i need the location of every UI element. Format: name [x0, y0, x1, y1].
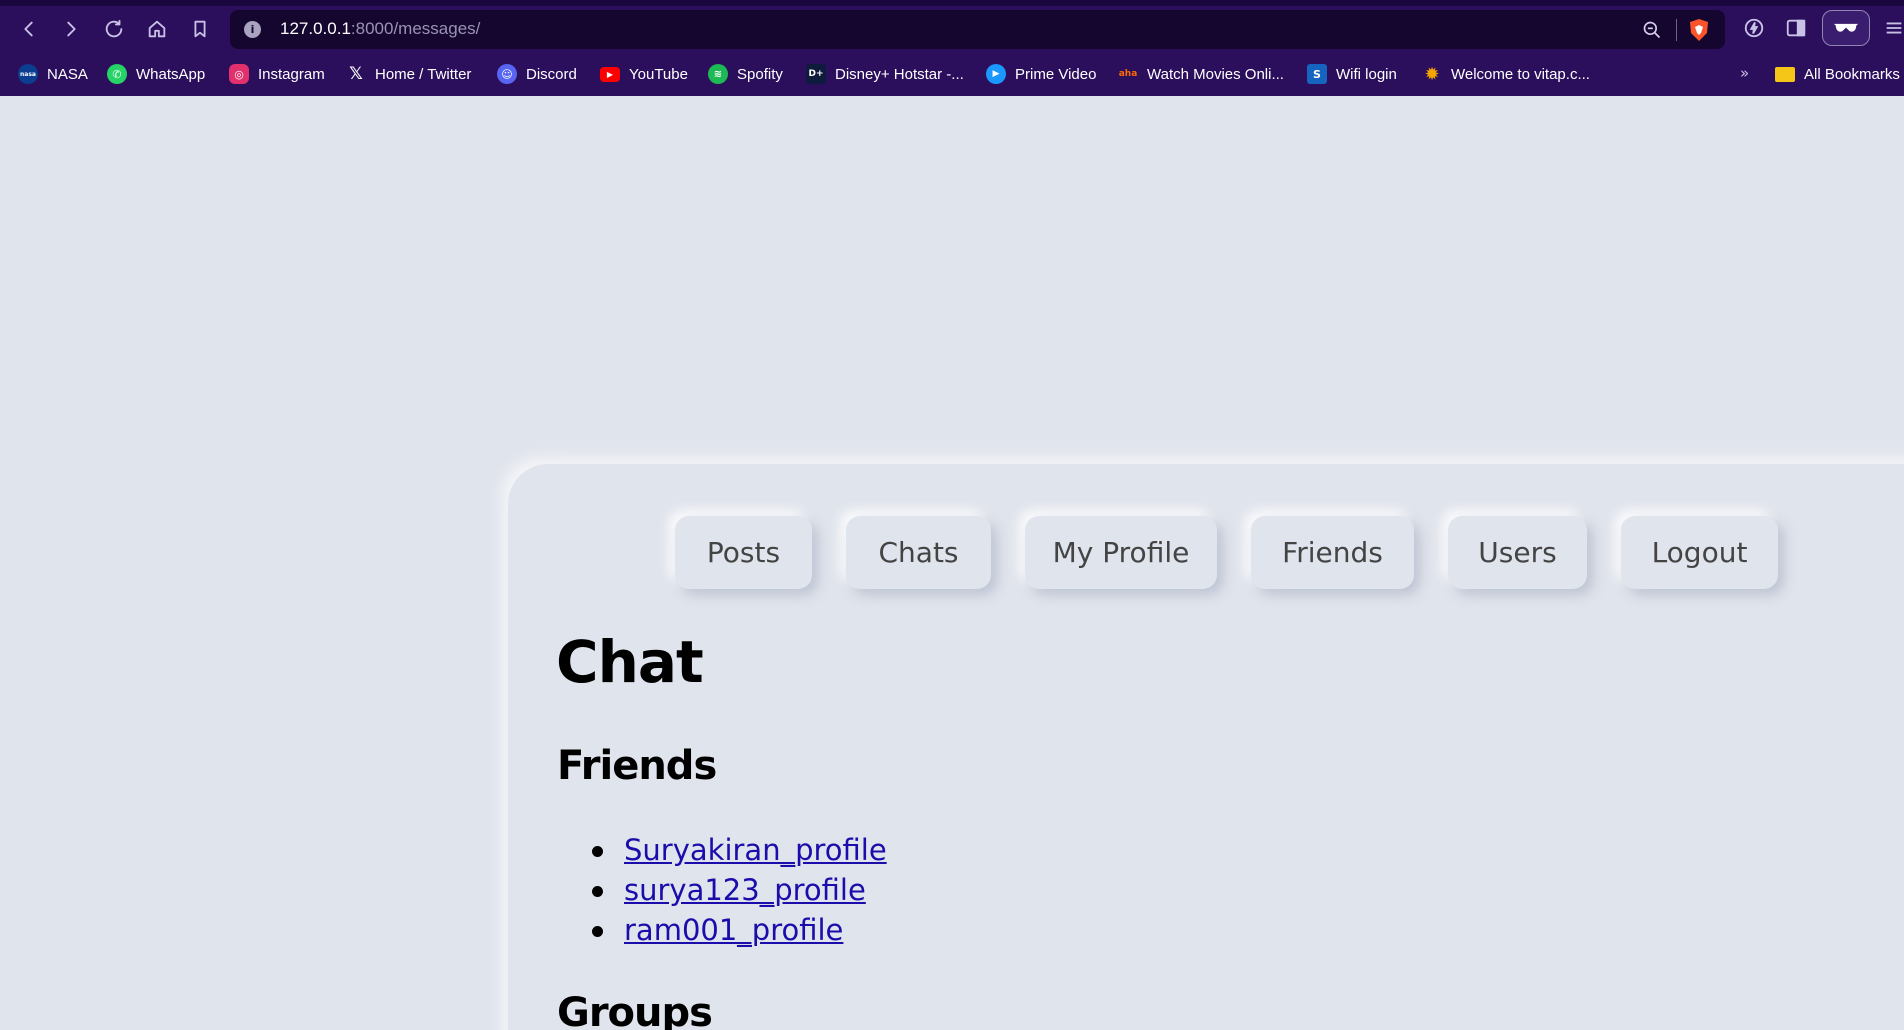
bookmark-label: NASA — [47, 65, 88, 83]
private-window-icon[interactable] — [1822, 10, 1870, 46]
nav-my-profile-button[interactable]: My Profile — [1025, 516, 1217, 589]
url-path: :8000/messages/ — [350, 19, 481, 38]
youtube-icon: ▶ — [600, 66, 620, 82]
bookmark-label: WhatsApp — [136, 65, 206, 83]
url-host: 127.0.0.1 — [280, 19, 351, 38]
site-info-icon[interactable]: i — [244, 21, 261, 38]
forward-button[interactable] — [55, 13, 87, 45]
all-bookmarks-label: All Bookmarks — [1804, 65, 1900, 83]
bookmarks-overflow-icon[interactable]: » — [1740, 64, 1749, 82]
list-item: surya123_profile — [592, 870, 887, 910]
folder-icon — [1775, 66, 1795, 82]
prime-video-icon: ▶ — [986, 64, 1006, 84]
bookmarks-bar: nasa NASA ✆ WhatsApp ◎ Instagram 𝕏 Home … — [0, 58, 1904, 90]
discord-icon: ☺ — [497, 64, 517, 84]
bookmark-watch-movies[interactable]: aha Watch Movies Onli... — [1118, 60, 1284, 88]
list-item: ram001_profile — [592, 910, 887, 950]
nav-logout-button[interactable]: Logout — [1621, 516, 1778, 589]
zoom-icon[interactable] — [1642, 20, 1662, 40]
address-bar[interactable]: i 127.0.0.1:8000/messages/ — [230, 10, 1725, 49]
menu-icon[interactable] — [1882, 16, 1904, 40]
bookmark-hotstar[interactable]: D+ Disney+ Hotstar -... — [806, 60, 964, 88]
bookmark-twitter[interactable]: 𝕏 Home / Twitter — [346, 60, 471, 88]
bookmark-label: Wifi login — [1336, 65, 1397, 83]
nav-users-button[interactable]: Users — [1448, 516, 1587, 589]
bookmark-label: Watch Movies Onli... — [1147, 65, 1284, 83]
bookmark-prime-video[interactable]: ▶ Prime Video — [986, 60, 1096, 88]
chrome-top-border — [0, 0, 1904, 6]
bookmark-icon — [194, 20, 206, 38]
bookmark-vitap[interactable]: ✹ Welcome to vitap.c... — [1422, 60, 1590, 88]
instagram-icon: ◎ — [229, 64, 249, 84]
nav-chats-button[interactable]: Chats — [846, 516, 991, 589]
browser-chrome: i 127.0.0.1:8000/messages/ nasa NASA ✆ W… — [0, 0, 1904, 96]
all-bookmarks-button[interactable]: All Bookmarks — [1775, 60, 1900, 88]
bookmark-label: Instagram — [258, 65, 325, 83]
nasa-icon: nasa — [18, 64, 38, 84]
bookmark-label: YouTube — [629, 65, 688, 83]
groups-heading: Groups — [557, 990, 713, 1030]
friend-link[interactable]: Suryakiran_profile — [624, 833, 887, 867]
bookmark-nasa[interactable]: nasa NASA — [18, 60, 88, 88]
url-separator — [1676, 19, 1677, 41]
list-item: Suryakiran_profile — [592, 830, 887, 870]
leo-ai-icon[interactable] — [1742, 16, 1766, 40]
url-text[interactable]: 127.0.0.1:8000/messages/ — [280, 19, 480, 39]
bookmark-wifi-login[interactable]: S Wifi login — [1307, 60, 1397, 88]
back-button[interactable] — [13, 13, 45, 45]
friends-heading: Friends — [557, 743, 717, 789]
vitap-icon: ✹ — [1424, 63, 1440, 85]
nav-posts-button[interactable]: Posts — [675, 516, 812, 589]
bookmark-label: Discord — [526, 65, 577, 83]
bookmark-label: Disney+ Hotstar -... — [835, 65, 964, 83]
x-icon: 𝕏 — [349, 64, 363, 84]
bookmark-discord[interactable]: ☺ Discord — [497, 60, 577, 88]
home-icon — [148, 20, 166, 38]
sidebar-toggle-icon[interactable] — [1784, 16, 1808, 40]
bookmark-label: Home / Twitter — [375, 65, 472, 83]
bookmark-whatsapp[interactable]: ✆ WhatsApp — [107, 60, 205, 88]
bookmark-instagram[interactable]: ◎ Instagram — [229, 60, 325, 88]
reload-icon — [105, 19, 123, 38]
hotstar-icon: D+ — [806, 64, 826, 84]
bookmark-label: Prime Video — [1015, 65, 1097, 83]
bookmark-spotify[interactable]: ≋ Spofity — [708, 60, 783, 88]
home-button[interactable] — [141, 13, 173, 45]
spotify-icon: ≋ — [708, 64, 728, 84]
friends-list: Suryakiran_profile surya123_profile ram0… — [592, 830, 887, 950]
friend-link[interactable]: surya123_profile — [624, 873, 866, 907]
back-arrow-icon — [24, 21, 33, 37]
brave-shields-icon[interactable] — [1688, 18, 1710, 42]
bookmark-label: Spofity — [737, 65, 783, 83]
bookmark-youtube[interactable]: ▶ YouTube — [600, 60, 688, 88]
bookmark-label: Welcome to vitap.c... — [1451, 65, 1590, 83]
bookmark-page-button[interactable] — [184, 13, 216, 45]
nav-friends-button[interactable]: Friends — [1251, 516, 1414, 589]
reload-button[interactable] — [98, 13, 130, 45]
forward-arrow-icon — [67, 21, 76, 37]
page-title: Chat — [556, 628, 704, 696]
friend-link[interactable]: ram001_profile — [624, 913, 843, 947]
aha-icon: aha — [1118, 69, 1138, 79]
whatsapp-icon: ✆ — [107, 64, 127, 84]
wifi-login-icon: S — [1307, 64, 1327, 84]
